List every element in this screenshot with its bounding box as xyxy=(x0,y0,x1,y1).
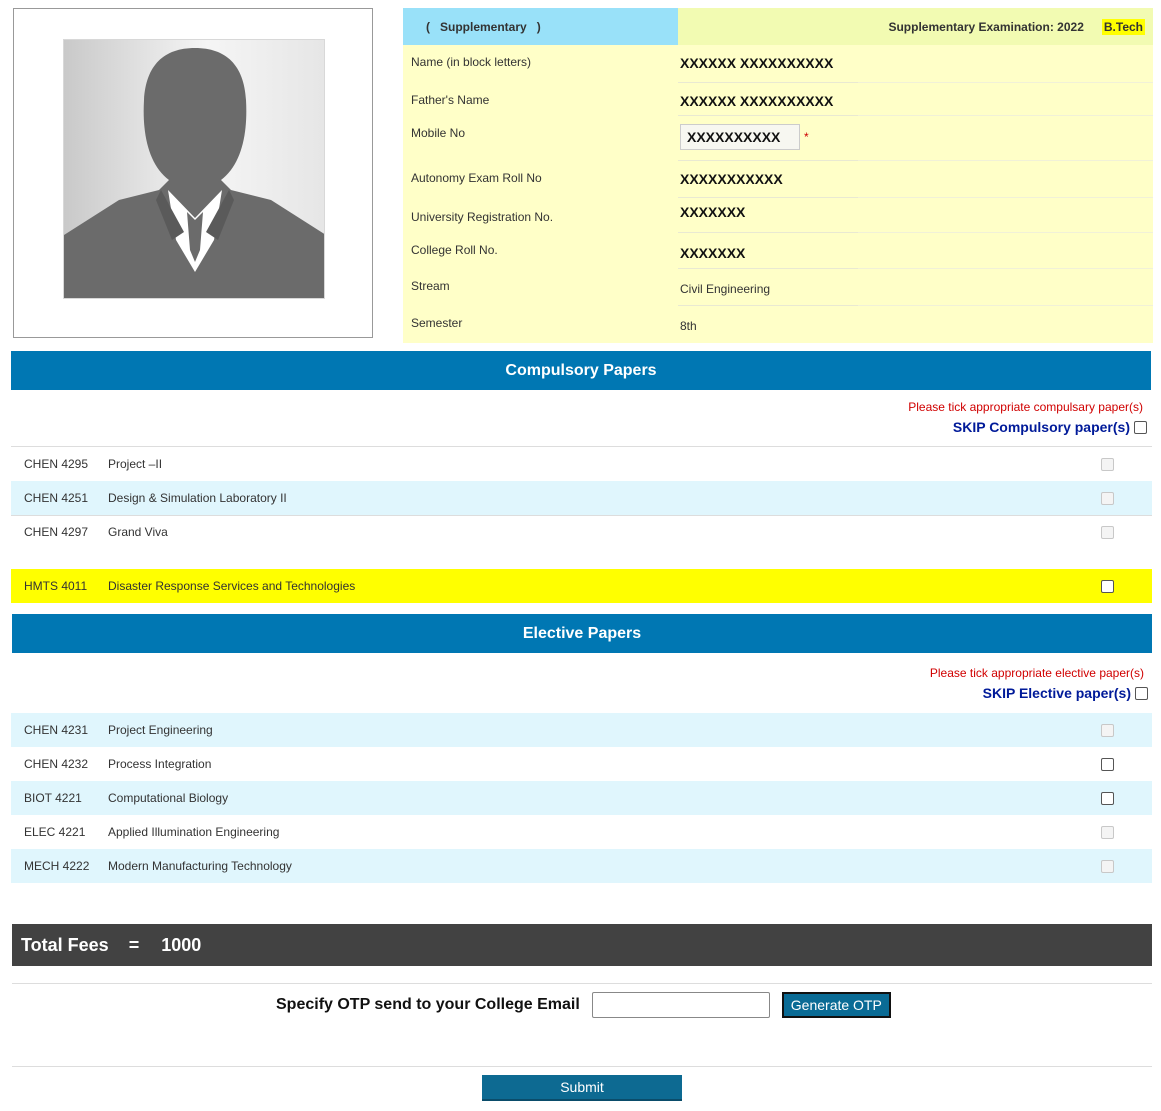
skip-elective: SKIP Elective paper(s) xyxy=(983,685,1148,701)
paper-row: CHEN 4295 Project –II xyxy=(11,447,1152,481)
paper-code: CHEN 4232 xyxy=(24,757,89,771)
paper-checkbox[interactable] xyxy=(1101,757,1114,771)
total-fees-bar: Total Fees = 1000 xyxy=(12,924,1152,966)
paper-row-highlighted: HMTS 4011 Disaster Response Services and… xyxy=(11,569,1152,603)
paper-code: CHEN 4251 xyxy=(24,491,89,505)
field-value: Civil Engineering xyxy=(678,269,858,306)
mobile-input[interactable]: XXXXXXXXXX xyxy=(680,124,800,150)
info-row-semester: Semester 8th xyxy=(403,306,1153,343)
student-photo-frame xyxy=(13,8,373,338)
compulsory-notice: Please tick appropriate compulsary paper… xyxy=(908,400,1143,414)
info-row-registration: University Registration No. XXXXXXX xyxy=(403,198,1153,233)
total-fees-label: Total Fees xyxy=(21,934,109,955)
total-fees-equals: = xyxy=(128,934,140,955)
skip-compulsory-checkbox[interactable] xyxy=(1134,420,1147,434)
paper-code: ELEC 4221 xyxy=(24,825,86,839)
elective-notice: Please tick appropriate elective paper(s… xyxy=(929,666,1144,680)
degree-badge: B.Tech xyxy=(1101,18,1145,35)
paper-checkbox xyxy=(1101,491,1114,505)
skip-compulsory: SKIP Compulsory paper(s) xyxy=(953,419,1147,435)
exam-type-label: Supplementary xyxy=(440,19,527,34)
skip-elective-label: SKIP Elective paper(s) xyxy=(982,685,1131,701)
field-value: 8th xyxy=(680,319,697,333)
person-silhouette-icon xyxy=(64,48,324,298)
paper-code: MECH 4222 xyxy=(24,859,90,873)
field-value: XXXXXXXXXXX xyxy=(678,161,858,198)
skip-compulsory-label: SKIP Compulsory paper(s) xyxy=(952,419,1130,435)
student-info-panel: ( Supplementary ) Supplementary Examinat… xyxy=(403,8,1153,343)
generate-otp-button[interactable]: Generate OTP xyxy=(781,992,891,1018)
paper-row: CHEN 4231 Project Engineering xyxy=(11,713,1152,747)
total-fees-amount: 1000 xyxy=(161,934,202,955)
paper-row: CHEN 4232 Process Integration xyxy=(11,747,1152,781)
submit-button[interactable]: Submit xyxy=(482,1075,682,1101)
paper-title: Computational Biology xyxy=(108,791,229,805)
paper-checkbox[interactable] xyxy=(1101,791,1114,805)
field-label: College Roll No. xyxy=(411,243,498,257)
info-row-stream: Stream Civil Engineering xyxy=(403,269,1153,306)
paper-title: Project –II xyxy=(108,457,163,471)
paper-title: Process Integration xyxy=(108,757,212,771)
otp-label: Specify OTP send to your College Email xyxy=(276,996,580,1013)
paper-checkbox xyxy=(1101,859,1114,873)
paper-title: Grand Viva xyxy=(108,525,168,539)
info-row-college-roll: College Roll No. XXXXXXX xyxy=(403,233,1153,269)
field-label: Stream xyxy=(411,279,450,293)
paper-checkbox[interactable] xyxy=(1101,579,1114,593)
field-value: XXXXXXX xyxy=(678,198,858,233)
otp-input[interactable] xyxy=(591,992,770,1018)
required-mark: * xyxy=(804,130,809,144)
paper-row: BIOT 4221 Computational Biology xyxy=(11,781,1152,815)
paper-checkbox xyxy=(1101,525,1114,539)
info-row-mobile: Mobile No XXXXXXXXXX * xyxy=(403,116,1153,161)
info-row-exam-roll: Autonomy Exam Roll No XXXXXXXXXXX xyxy=(403,161,1153,198)
paper-code: CHEN 4231 xyxy=(24,723,89,737)
exam-title-label: Supplementary Examination: 2022 xyxy=(888,19,1084,34)
otp-section: Specify OTP send to your College Email G… xyxy=(276,992,891,1018)
paper-code: BIOT 4221 xyxy=(24,791,82,805)
paper-title: Applied Illumination Engineering xyxy=(108,825,280,839)
field-label: University Registration No. xyxy=(411,210,554,224)
paper-code: HMTS 4011 xyxy=(24,579,88,593)
student-photo xyxy=(63,39,325,299)
paper-code: CHEN 4297 xyxy=(24,525,89,539)
exam-type: ( Supplementary ) xyxy=(403,8,678,45)
field-label: Father's Name xyxy=(411,93,490,107)
field-label: Name (in block letters) xyxy=(411,55,532,69)
paper-title: Disaster Response Services and Technolog… xyxy=(108,579,356,593)
field-label: Mobile No xyxy=(411,126,466,140)
field-label: Autonomy Exam Roll No xyxy=(411,171,542,185)
elective-papers-header: Elective Papers xyxy=(12,614,1152,653)
exam-title: Supplementary Examination: 2022 B.Tech xyxy=(678,8,1153,45)
field-label: Semester xyxy=(411,316,463,330)
paper-row: MECH 4222 Modern Manufacturing Technolog… xyxy=(11,849,1152,883)
field-value: XXXXXX XXXXXXXXXX xyxy=(678,45,858,83)
paper-checkbox xyxy=(1101,825,1114,839)
paper-title: Modern Manufacturing Technology xyxy=(108,859,292,873)
exam-header: ( Supplementary ) Supplementary Examinat… xyxy=(403,8,1153,45)
field-value: XXXXXXX xyxy=(678,233,858,269)
skip-elective-checkbox[interactable] xyxy=(1135,686,1148,700)
paper-title: Project Engineering xyxy=(108,723,213,737)
paper-checkbox xyxy=(1101,457,1114,471)
paper-row: CHEN 4251 Design & Simulation Laboratory… xyxy=(11,481,1152,515)
paper-code: CHEN 4295 xyxy=(24,457,89,471)
info-row-name: Name (in block letters) XXXXXX XXXXXXXXX… xyxy=(403,45,1153,83)
info-row-father-name: Father's Name XXXXXX XXXXXXXXXX xyxy=(403,83,1153,116)
paper-checkbox xyxy=(1101,723,1114,737)
paper-title: Design & Simulation Laboratory II xyxy=(108,491,287,505)
paper-row: CHEN 4297 Grand Viva xyxy=(11,515,1152,549)
compulsory-papers-header: Compulsory Papers xyxy=(11,351,1151,390)
field-value: XXXXXX XXXXXXXXXX xyxy=(678,83,858,116)
paper-row: ELEC 4221 Applied Illumination Engineeri… xyxy=(11,815,1152,849)
